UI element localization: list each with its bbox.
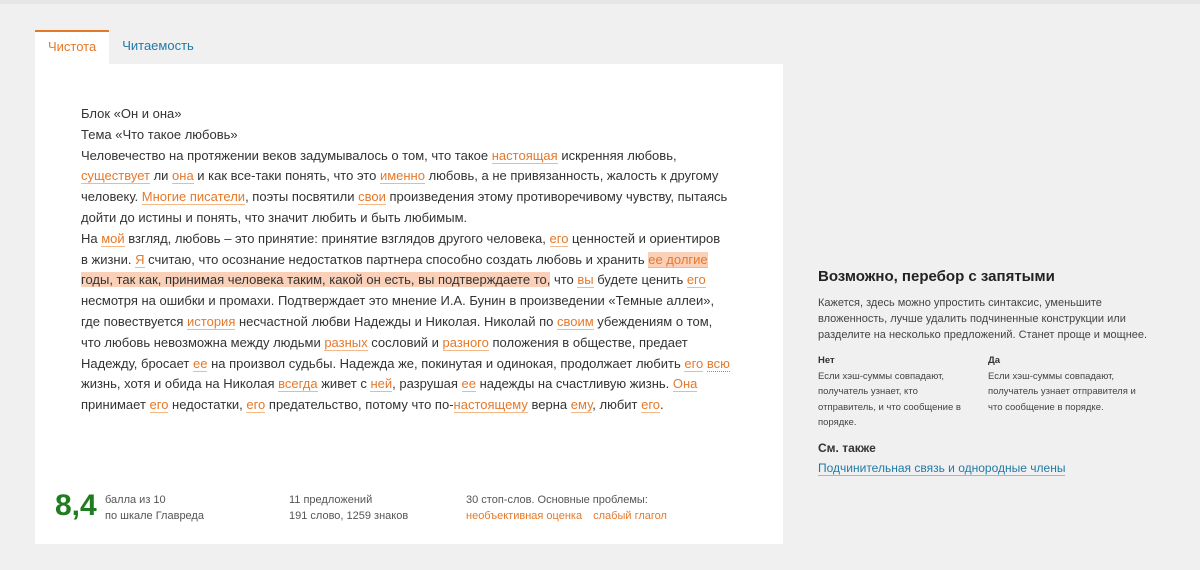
text-line: дойти до истины и понять, что значит люб… (81, 209, 468, 225)
highlighted-phrase[interactable]: ее долгие (648, 251, 708, 268)
text-line: в жизни. Я считаю, что осознание недоста… (81, 251, 708, 268)
text-stats: 11 предложений 191 слово, 1259 знаков (289, 494, 409, 522)
problem-link[interactable]: слабый глагол (593, 510, 667, 522)
highlighted-word[interactable]: его (686, 272, 706, 289)
text-line: Тема «Что такое любовь» (81, 126, 238, 142)
tab-bar: Чистота Читаемость (35, 30, 207, 65)
text-line: что любовь невозможна между людьми разны… (81, 334, 688, 351)
text-line: Человечество на протяжении веков задумыв… (81, 147, 677, 164)
text-line: человеку. Многие писатели, поэты посвяти… (81, 189, 728, 206)
highlighted-word[interactable]: Она (672, 376, 698, 393)
hint-sidebar: Возможно, перебор с запятыми Кажется, зд… (818, 268, 1168, 477)
text-line: существует ли она и как все-таки понять,… (81, 168, 719, 185)
text-line: Блок «Он и она» (81, 106, 182, 121)
highlighted-word[interactable]: его (641, 397, 661, 414)
text-line: годы, так как, принимая человека таким, … (81, 272, 706, 289)
highlighted-word[interactable]: ее (193, 355, 208, 372)
score-value: 8,4 (55, 489, 97, 522)
problems-summary: 30 стоп-слов. Основные проблемы: необъек… (466, 494, 667, 522)
editor-panel: Блок «Он и она» Тема «Что такое любовь» … (35, 64, 783, 544)
selected-phrase[interactable]: годы, так как, принимая человека таким, … (81, 272, 551, 288)
text-line: жизнь, хотя и обида на Николая всегда жи… (81, 376, 698, 393)
highlighted-word[interactable]: его (549, 230, 569, 247)
text-line: На мой взгляд, любовь – это принятие: пр… (81, 230, 721, 247)
highlighted-word[interactable]: настоящая (491, 147, 558, 164)
example-yes: Да Если хэш-суммы совпадают, получатель … (988, 355, 1136, 413)
highlighted-word[interactable]: разных (324, 334, 368, 351)
score-label: балла из 10 по шкале Главреда (105, 494, 204, 522)
highlighted-word[interactable]: его (684, 355, 704, 372)
highlighted-word[interactable]: Многие писатели (141, 189, 246, 206)
top-border (0, 0, 1200, 4)
highlighted-word[interactable]: ней (370, 376, 393, 393)
see-also-heading: См. также (818, 440, 876, 455)
highlighted-word[interactable]: мой (101, 230, 125, 247)
highlighted-word[interactable]: она (172, 168, 194, 185)
highlighted-word[interactable]: именно (379, 168, 425, 185)
text-line: принимает его недостатки, его предательс… (81, 397, 664, 414)
highlighted-word[interactable]: история (187, 313, 236, 330)
hint-title: Возможно, перебор с запятыми (818, 268, 1055, 285)
highlighted-word[interactable]: ее (461, 376, 476, 393)
highlighted-word[interactable]: свои (358, 189, 386, 206)
highlighted-word[interactable]: Я (135, 251, 145, 268)
text-line: где повествуется история несчастной любв… (81, 313, 713, 330)
highlighted-word[interactable]: всегда (278, 376, 318, 393)
highlighted-word[interactable]: его (246, 397, 266, 414)
problem-link[interactable]: необъективная оценка (466, 510, 582, 522)
tab-readability[interactable]: Читаемость (109, 30, 207, 64)
editor-text[interactable]: Блок «Он и она» Тема «Что такое любовь» … (81, 104, 730, 416)
text-line: Надежду, бросает ее на произвол судьбы. … (81, 355, 730, 372)
see-also-link[interactable]: Подчинительная связь и однородные члены (818, 461, 1066, 476)
hint-description: Кажется, здесь можно упростить синтаксис… (818, 297, 1148, 341)
highlighted-word[interactable]: своим (556, 313, 594, 330)
highlighted-word[interactable]: вы (577, 272, 594, 289)
tab-purity[interactable]: Чистота (35, 30, 110, 64)
highlighted-word[interactable]: разного (442, 334, 489, 351)
highlighted-word[interactable]: настоящему (453, 397, 528, 414)
highlighted-word[interactable]: его (149, 397, 169, 414)
highlighted-word[interactable]: ему (570, 397, 593, 414)
highlighted-word[interactable]: существует (81, 168, 150, 185)
highlighted-word[interactable]: всю (706, 355, 730, 372)
example-no: Нет Если хэш-суммы совпадают, получатель… (818, 355, 961, 428)
hint-examples: Нет Если хэш-суммы совпадают, получатель… (818, 353, 1168, 431)
text-line: несмотря на ошибки и промахи. Подтвержда… (81, 293, 715, 309)
